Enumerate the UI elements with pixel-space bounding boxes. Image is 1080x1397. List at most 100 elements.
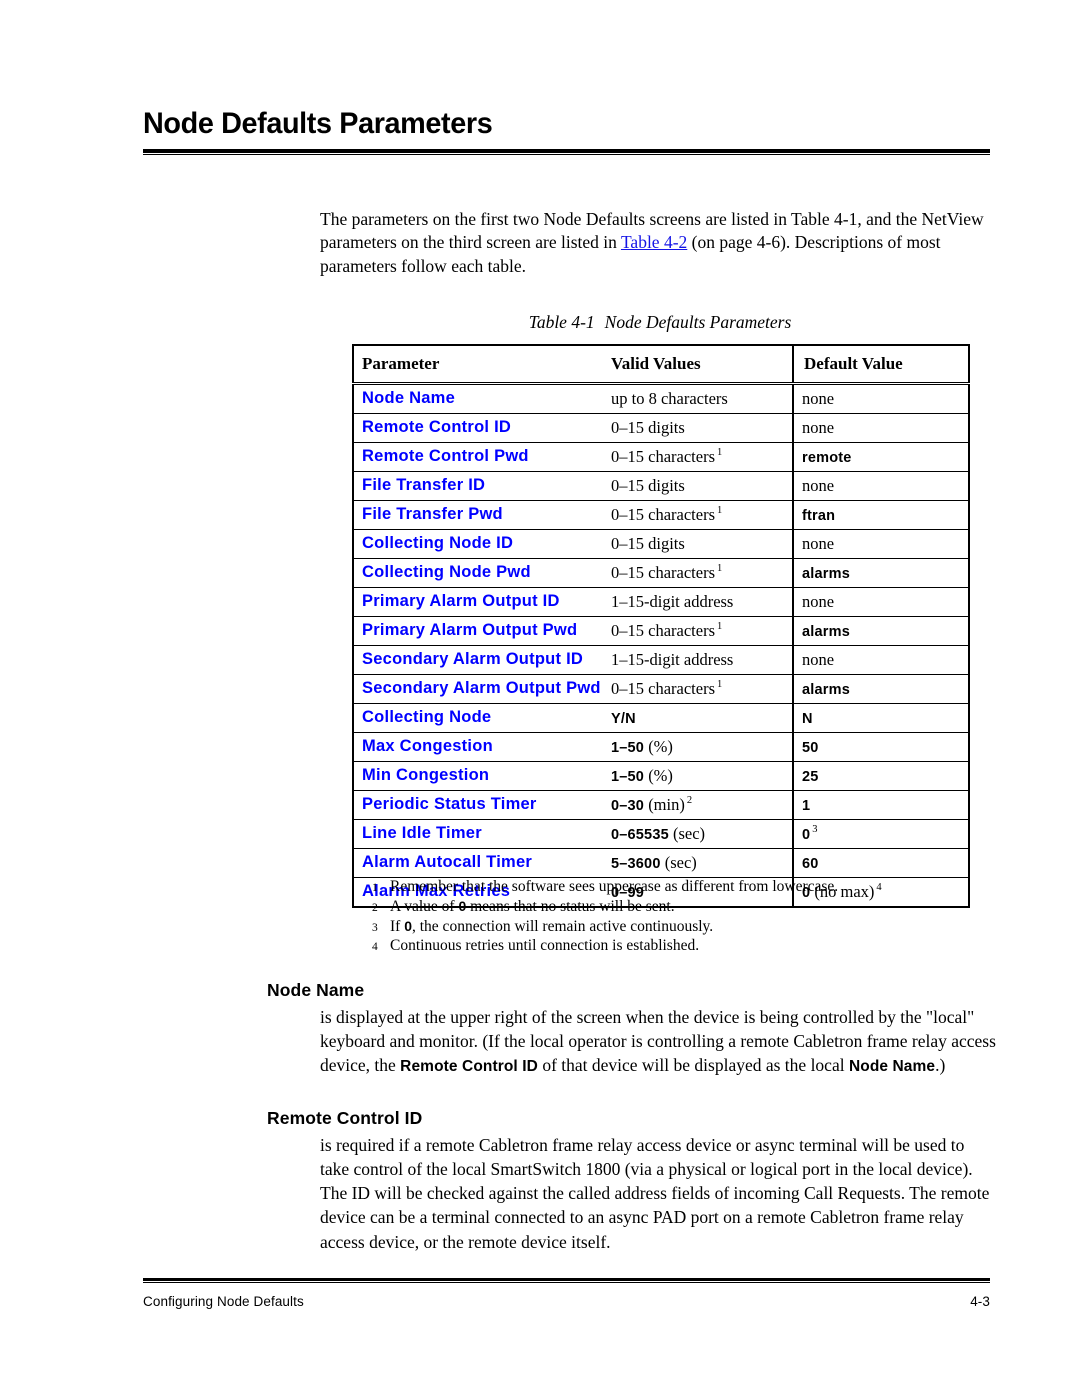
cell-default-value: 60 bbox=[792, 848, 969, 878]
footer-page-number: 4-3 bbox=[970, 1294, 990, 1309]
cell-parameter: Line Idle Timer bbox=[353, 819, 603, 849]
table-row: Collecting Node Y/N N bbox=[353, 703, 969, 733]
table-row: Primary Alarm Output ID 1–15-digit addres… bbox=[353, 587, 969, 617]
cell-parameter: Collecting Node bbox=[353, 703, 603, 733]
section-heading-remote-control-id: Remote Control ID bbox=[267, 1108, 423, 1128]
column-header-parameter: Parameter bbox=[353, 345, 603, 385]
column-header-default-value: Default Value bbox=[792, 345, 969, 385]
page-footer: Configuring Node Defaults 4-3 bbox=[143, 1294, 990, 1309]
cell-parameter: File Transfer ID bbox=[353, 471, 603, 501]
table-row: Secondary Alarm Output Pwd 0–15 character… bbox=[353, 674, 969, 704]
cell-default-value: 1 bbox=[792, 790, 969, 820]
cell-parameter: Alarm Autocall Timer bbox=[353, 848, 603, 878]
default-value-bold: alarms bbox=[802, 565, 850, 582]
table-row: Secondary Alarm Output ID 1–15-digit addr… bbox=[353, 645, 969, 675]
table-row: Remote Control ID 0–15 digits none bbox=[353, 413, 969, 443]
footnote-marker: 3 bbox=[812, 824, 818, 835]
cell-parameter: Remote Control ID bbox=[353, 413, 603, 443]
footer-chapter-label: Configuring Node Defaults bbox=[143, 1294, 304, 1309]
table-header-row: Parameter Valid Values Default Value bbox=[353, 345, 969, 385]
table-row: Collecting Node ID 0–15 digits none bbox=[353, 529, 969, 559]
cell-parameter: File Transfer Pwd bbox=[353, 500, 603, 530]
table-footnotes: 1 Remember that the software sees upperca… bbox=[372, 877, 982, 956]
table-row: Max Congestion 1–50 (%) 50 bbox=[353, 732, 969, 762]
cell-valid-values: up to 8 characters bbox=[611, 388, 728, 408]
cell-valid-values: 0–15 digits bbox=[603, 529, 793, 559]
table-row: Alarm Autocall Timer 5–3600 (sec) 60 bbox=[353, 848, 969, 878]
node-name-text-3: .) bbox=[935, 1055, 946, 1076]
cell-default-value: 50 bbox=[792, 732, 969, 762]
cell-parameter: Node Name bbox=[362, 389, 456, 407]
cell-default-value: 25 bbox=[792, 761, 969, 791]
cell-valid-values: 1–15-digit address bbox=[603, 587, 793, 617]
cell-default-value: none bbox=[792, 471, 969, 501]
default-value-bold: 50 bbox=[802, 739, 819, 756]
footnote-number: 1 bbox=[372, 882, 378, 894]
cell-default-value: none bbox=[792, 383, 969, 414]
cell-default-value: none bbox=[792, 413, 969, 443]
cell-default-value: remote bbox=[792, 442, 969, 472]
table-row: Primary Alarm Output Pwd 0–15 characters 1… bbox=[353, 616, 969, 646]
footnote-text: Continuous retries until connection is e… bbox=[390, 937, 700, 955]
cell-default-value: ftran bbox=[792, 500, 969, 530]
cell-parameter: Primary Alarm Output ID bbox=[353, 587, 603, 617]
node-name-text-2: of that device will be displayed as the … bbox=[537, 1055, 849, 1076]
cell-parameter: Secondary Alarm Output ID bbox=[353, 645, 603, 675]
table-row: File Transfer Pwd 0–15 characters 1 ftran bbox=[353, 500, 969, 530]
parameters-table-container: Parameter Valid Values Default Value Nod… bbox=[352, 344, 970, 908]
default-value-bold: ftran bbox=[802, 507, 836, 524]
cell-default-value: none bbox=[792, 645, 969, 675]
footnote-number: 3 bbox=[372, 921, 378, 934]
table-header: Parameter Valid Values Default Value bbox=[353, 345, 969, 385]
section-node-name: Node Name is displayed at the upper righ… bbox=[267, 980, 997, 1078]
footnote-text: If 0, the connection will remain active … bbox=[390, 917, 714, 935]
cell-parameter: Secondary Alarm Output Pwd bbox=[353, 674, 603, 704]
cell-valid-values: 0–65535 (sec) bbox=[603, 819, 793, 849]
column-header-valid-values: Valid Values bbox=[603, 345, 793, 385]
node-name-bold-remote-control-id: Remote Control ID bbox=[400, 1058, 538, 1076]
cell-default-value: alarms bbox=[792, 558, 969, 588]
table-row: Line Idle Timer 0–65535 (sec) 0 3 bbox=[353, 819, 969, 849]
section-body-node-name: is displayed at the upper right of the s… bbox=[320, 1005, 997, 1078]
cell-default-value: none bbox=[792, 587, 969, 617]
table-row: Remote Control Pwd 0–15 characters 1 remote bbox=[353, 442, 969, 472]
cell-valid-values: 0–30 (min) 2 bbox=[603, 790, 793, 820]
footnote-item: 4 Continuous retries until connection is … bbox=[372, 936, 982, 956]
cell-parameter: Max Congestion bbox=[353, 732, 603, 762]
table-body: Node Name up to 8 characters none Remote Co… bbox=[353, 383, 969, 907]
valid-value-bold: 0–65535 bbox=[611, 826, 669, 843]
cell-valid-values: 1–50 (%) bbox=[603, 761, 793, 791]
cell-default-value: none bbox=[792, 529, 969, 559]
cell-valid-values: 0–15 digits bbox=[603, 471, 793, 501]
cell-valid-values: 0–15 characters 1 bbox=[603, 616, 793, 646]
footnote-item: 2 A value of 0 means that no status will … bbox=[372, 897, 982, 917]
footnote-number: 2 bbox=[372, 901, 378, 914]
node-defaults-parameters-table: Parameter Valid Values Default Value Nod… bbox=[352, 344, 970, 908]
default-value-bold: alarms bbox=[802, 623, 850, 640]
default-value-bold: 25 bbox=[802, 768, 819, 785]
cell-parameter: Primary Alarm Output Pwd bbox=[353, 616, 603, 646]
cell-parameter: Periodic Status Timer bbox=[353, 790, 603, 820]
footnote-text: Remember that the software sees uppercas… bbox=[390, 878, 839, 895]
footnote-bold-value: 0 bbox=[404, 917, 412, 934]
footnote-bold-value: 0 bbox=[458, 897, 467, 914]
cell-valid-values: 0–15 characters 1 bbox=[603, 500, 793, 530]
document-page: Node Defaults Parameters The parameters … bbox=[0, 0, 1080, 1397]
valid-value-bold: 5–3600 bbox=[611, 855, 661, 872]
cell-default-value: alarms bbox=[792, 616, 969, 646]
footer-divider bbox=[143, 1278, 990, 1283]
table-caption-number: Table 4-1 bbox=[528, 312, 595, 332]
cell-default-value: 03 bbox=[792, 819, 969, 849]
default-value-bold: 0 bbox=[802, 826, 811, 843]
table-caption-text: Node Defaults Parameters bbox=[604, 312, 792, 332]
intro-paragraph: The parameters on the first two Node Def… bbox=[320, 208, 992, 280]
footnote-number: 4 bbox=[372, 941, 378, 954]
section-remote-control-id: Remote Control ID is required if a remot… bbox=[267, 1108, 997, 1254]
table-row: Periodic Status Timer 0–30 (min) 2 1 bbox=[353, 790, 969, 820]
footnote-marker: 2 bbox=[686, 795, 693, 806]
valid-value-bold: 0–30 bbox=[611, 797, 645, 814]
cell-valid-values: 0–15 digits bbox=[603, 413, 793, 443]
table-4-2-link[interactable]: Table 4-2 bbox=[621, 232, 687, 252]
cell-valid-values: Y/N bbox=[603, 703, 793, 733]
cell-valid-values: 0–15 characters 1 bbox=[603, 558, 793, 588]
